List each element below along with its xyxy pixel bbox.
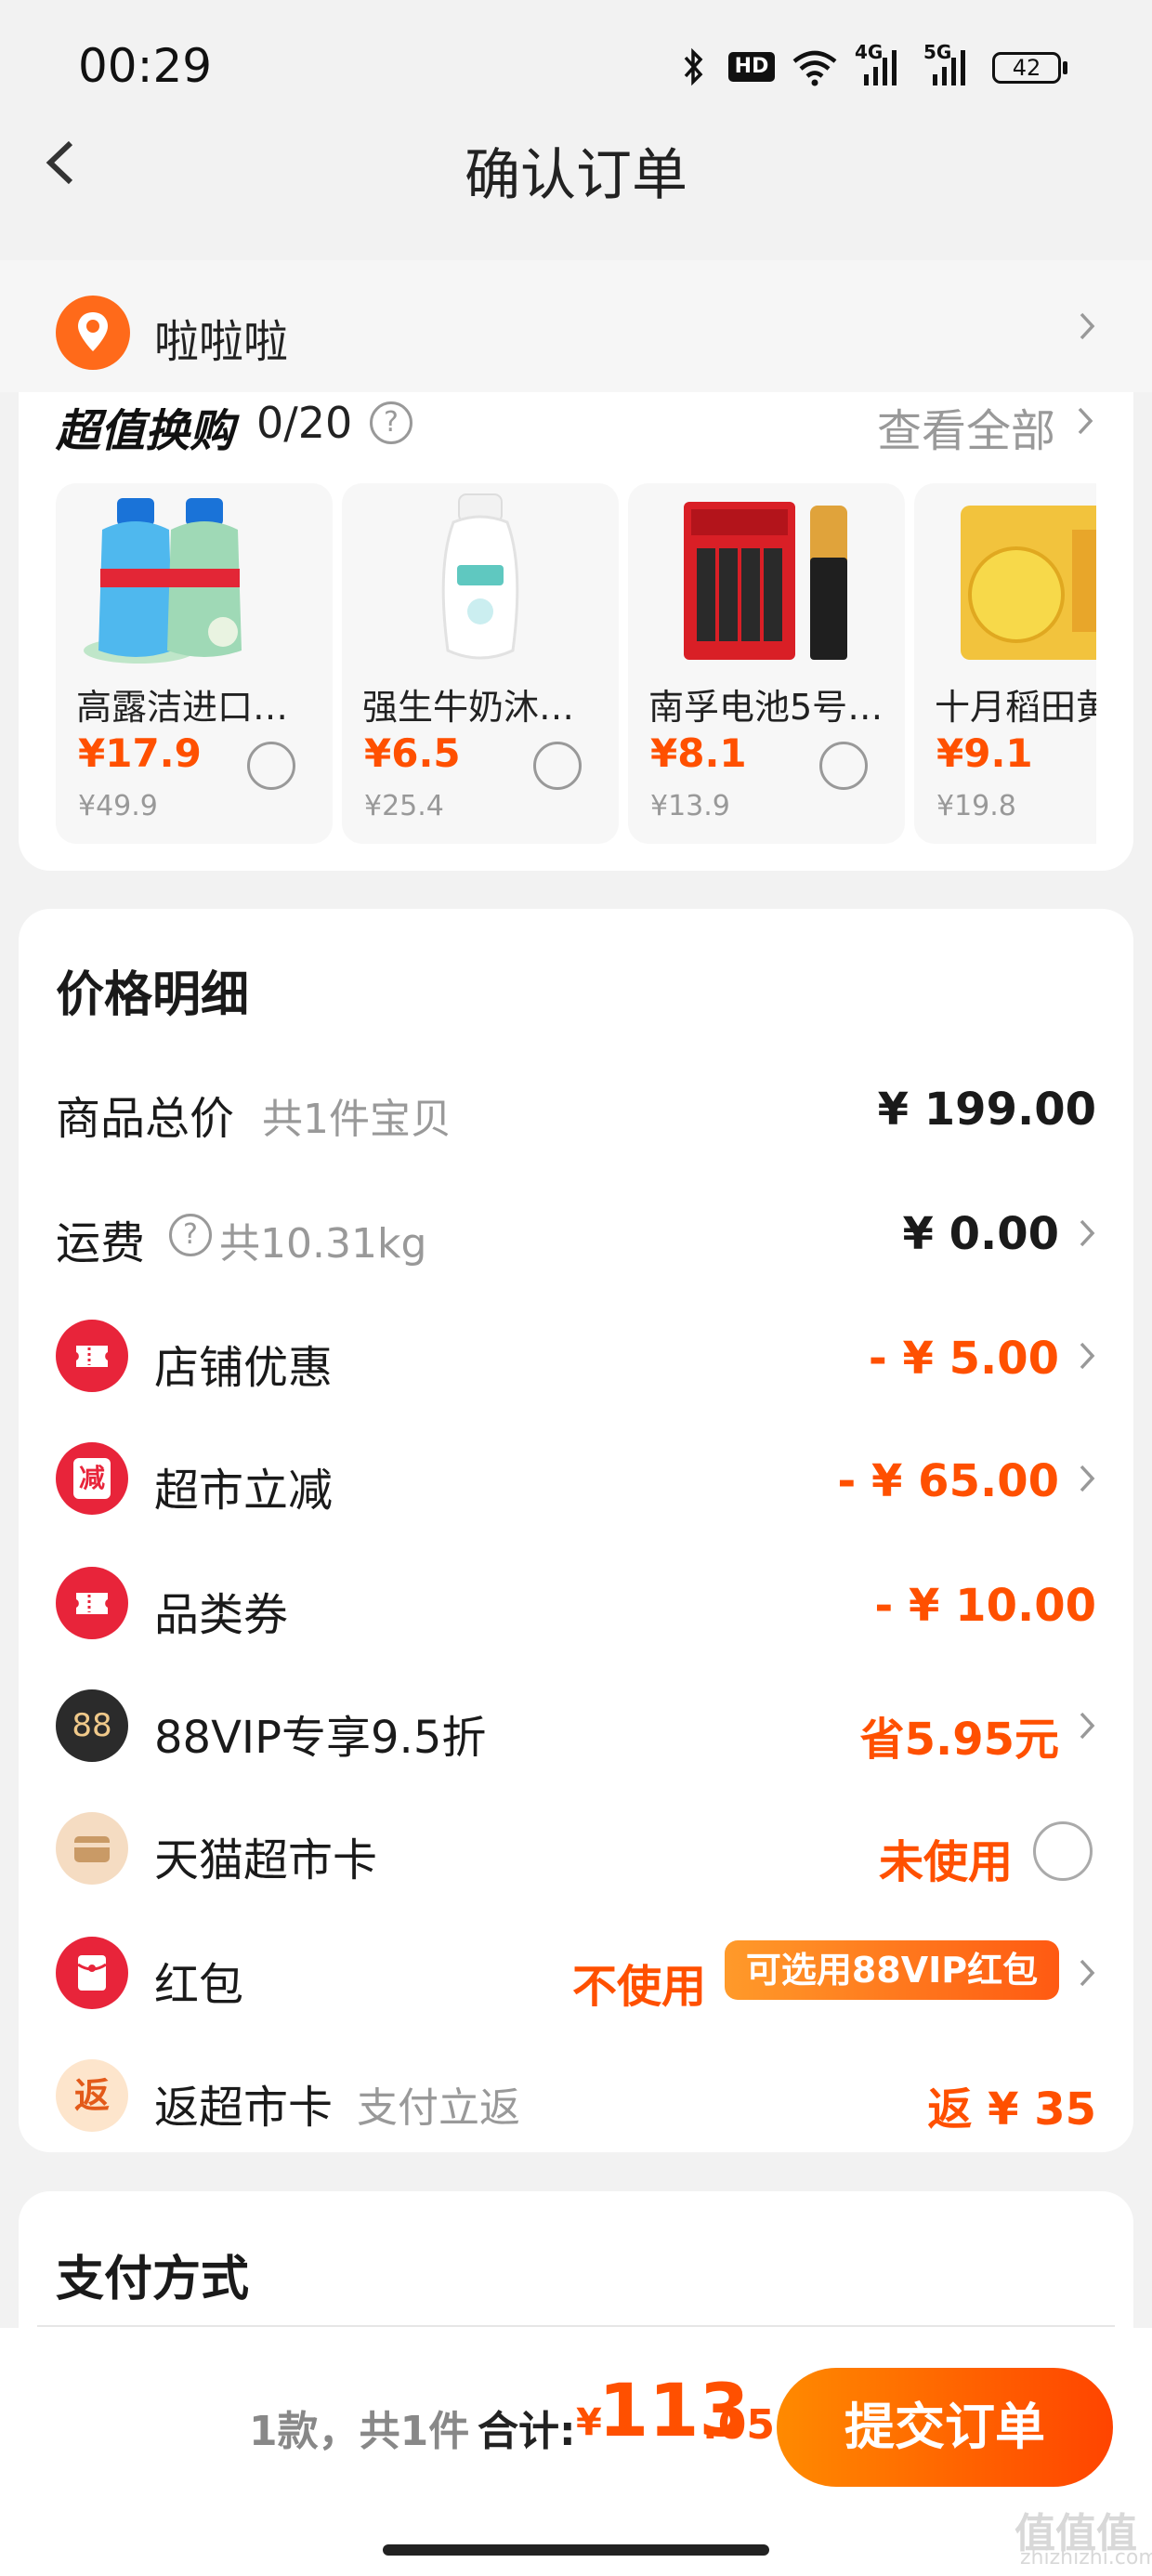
address-name: 啦啦啦 <box>154 316 289 368</box>
deal-product-original-price: ¥19.8 <box>936 790 1016 822</box>
deals-title: 超值换购 <box>56 405 235 457</box>
deal-product-original-price: ¥25.4 <box>364 790 444 822</box>
row-value-goods-total: ¥ 199.00 <box>877 1084 1096 1136</box>
hd-icon: HD <box>728 52 775 82</box>
watermark-url: zhizhizhi.com <box>1020 2546 1152 2569</box>
card-icon <box>56 1812 128 1885</box>
row-label-88vip: 88VIP专享9.5折 <box>154 1712 487 1764</box>
back-icon[interactable] <box>37 130 82 195</box>
mouthwash-bottles-image <box>84 498 242 664</box>
deal-select-radio[interactable] <box>533 742 582 790</box>
deal-product-card[interactable]: 强生牛奶沐浴露 ¥6.5 ¥25.4 <box>342 483 619 844</box>
deal-product-original-price: ¥49.9 <box>78 790 158 822</box>
row-sub-shipping-weight: 共10.31kg <box>219 1220 427 1268</box>
ticket-icon <box>56 1567 128 1639</box>
chevron-right-icon <box>1080 312 1095 340</box>
deal-product-price: ¥8.1 <box>650 730 747 776</box>
row-value-tmall-card: 未使用 <box>878 1836 1013 1888</box>
signal-icon <box>864 50 897 85</box>
deal-product-price: ¥6.5 <box>364 730 461 776</box>
row-value-red-packet[interactable]: 不使用 <box>572 1950 706 2015</box>
item-count: 1款，共1件 <box>249 2408 470 2455</box>
row-label-tmall-card: 天猫超市卡 <box>154 1834 378 1886</box>
deal-product-card[interactable]: 南孚电池5号4粒 ¥8.1 ¥13.9 <box>628 483 905 844</box>
status-bar: 00:29 HD 4G 5G 42 <box>0 0 1152 121</box>
status-time: 00:29 <box>78 39 213 93</box>
row-label-goods-total: 商品总价 <box>56 1093 235 1145</box>
divider <box>37 2325 1115 2327</box>
row-label-supermarket-reduction: 超市立减 <box>154 1465 334 1517</box>
millet-bag-image <box>961 506 1096 660</box>
total-label: 合计: <box>478 2408 576 2455</box>
deal-product-price: ¥9.1 <box>936 730 1033 776</box>
chevron-right-icon[interactable] <box>1076 405 1094 437</box>
red-packet-icon <box>56 1937 128 2009</box>
batteries-pack-image <box>684 502 847 660</box>
row-label-category-coupon: 品类券 <box>154 1589 289 1641</box>
rebate-icon: 返 <box>56 2059 128 2132</box>
row-label-rebate-card: 返超市卡 <box>154 2082 334 2134</box>
bluetooth-icon <box>684 47 703 86</box>
row-sub-rebate: 支付立返 <box>357 2084 520 2132</box>
row-label-shipping: 运费 <box>56 1217 146 1269</box>
location-pin-icon <box>56 296 130 370</box>
row-label-red-packet: 红包 <box>154 1959 244 2011</box>
row-value-rebate: 返 ¥ 35 <box>927 2083 1096 2136</box>
deals-product-strip: 高露洁进口抑菌漱口水 ¥17.9 ¥49.9 强生牛奶沐浴露 ¥6.5 ¥25.… <box>56 483 1096 855</box>
88vip-red-packet-badge[interactable]: 可选用88VIP红包 <box>725 1940 1059 2000</box>
row-value-88vip-saving[interactable]: 省5.95元 <box>860 1702 1059 1768</box>
deal-product-price: ¥17.9 <box>78 730 202 776</box>
deal-product-name: 十月稻田黄小米 <box>935 687 1096 728</box>
page-title: 确认订单 <box>465 143 687 208</box>
deal-product-card[interactable]: 十月稻田黄小米 ¥9.1 ¥19.8 <box>914 483 1096 844</box>
deal-select-radio[interactable] <box>819 742 868 790</box>
ticket-icon <box>56 1320 128 1392</box>
battery-tip <box>1063 61 1067 74</box>
row-label-store-discount: 店铺优惠 <box>154 1342 334 1394</box>
help-icon[interactable]: ? <box>370 401 412 444</box>
deal-product-original-price: ¥13.9 <box>650 790 730 822</box>
chevron-right-icon[interactable] <box>1078 1340 1096 1372</box>
home-indicator[interactable] <box>383 2544 769 2556</box>
chevron-right-icon[interactable] <box>1078 1710 1096 1741</box>
help-icon[interactable]: ? <box>169 1214 212 1256</box>
deal-select-radio[interactable] <box>247 742 295 790</box>
row-sub-goods-count: 共1件宝贝 <box>262 1096 452 1143</box>
vip-icon: 88 <box>56 1689 128 1762</box>
row-value-store-discount[interactable]: - ¥ 5.00 <box>869 1333 1059 1385</box>
wifi-icon <box>792 50 837 86</box>
battery-icon: 42 <box>992 52 1061 84</box>
row-value-supermarket-reduction[interactable]: - ¥ 65.00 <box>837 1455 1059 1507</box>
chevron-right-icon[interactable] <box>1078 1957 1096 1989</box>
deal-product-name: 高露洁进口抑菌漱口水 <box>76 687 320 728</box>
deal-product-name: 南孚电池5号4粒 <box>648 687 892 728</box>
reduce-icon: 减 <box>56 1442 128 1515</box>
row-value-category-coupon: - ¥ 10.00 <box>874 1580 1096 1632</box>
price-detail-title: 价格明细 <box>56 967 250 1023</box>
submit-order-button[interactable]: 提交订单 <box>777 2368 1113 2487</box>
chevron-right-icon[interactable] <box>1078 1463 1096 1494</box>
view-all-link[interactable]: 查看全部 <box>877 394 1055 459</box>
total-amount-decimal: .05 <box>702 2401 775 2449</box>
chevron-right-icon[interactable] <box>1078 1217 1096 1249</box>
deal-product-card[interactable]: 高露洁进口抑菌漱口水 ¥17.9 ¥49.9 <box>56 483 333 844</box>
body-wash-bottle-image <box>441 493 519 660</box>
deals-count: 0/20 <box>256 398 353 448</box>
row-value-shipping[interactable]: ¥ 0.00 <box>902 1208 1059 1260</box>
deal-product-name: 强生牛奶沐浴露 <box>362 687 606 728</box>
signal-icon-2 <box>933 50 965 85</box>
payment-title: 支付方式 <box>56 2252 250 2307</box>
tmall-card-radio[interactable] <box>1033 1821 1093 1881</box>
